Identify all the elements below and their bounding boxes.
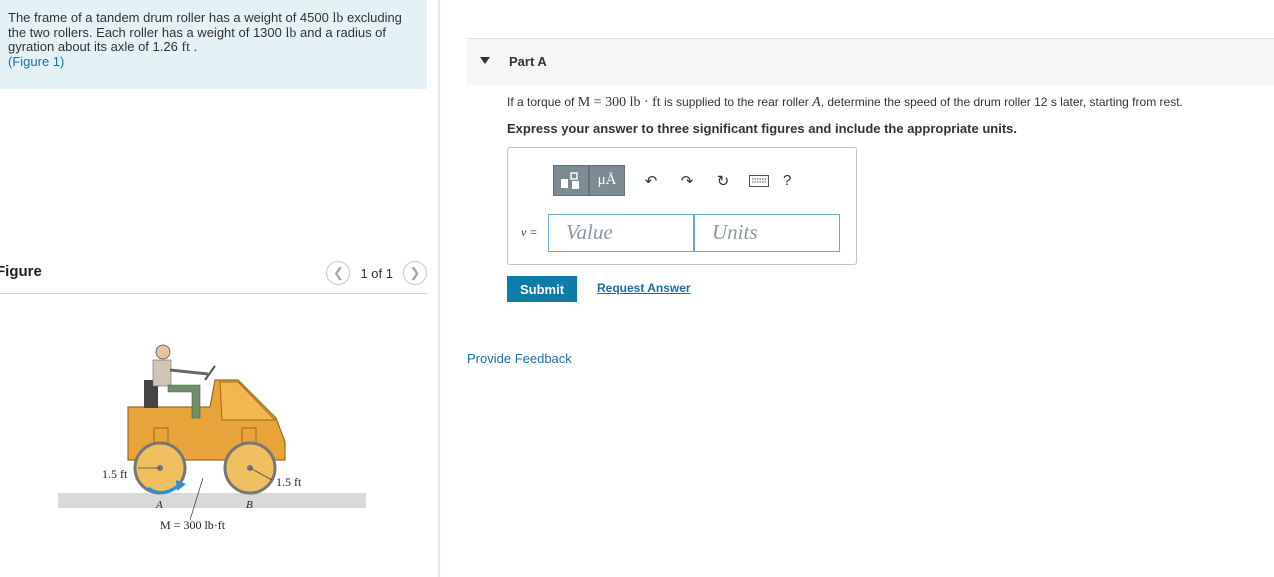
problem-text-2: excluding [346,10,402,25]
problem-text-6: . [193,39,198,54]
help-icon[interactable]: ? [783,172,791,189]
label-B: B [246,499,253,511]
templates-button[interactable] [553,165,589,196]
value-input[interactable]: Value [548,214,694,252]
figure-pager: ❮ 1 of 1 ❯ [326,261,427,285]
problem-text-4: and a radius of [300,24,387,40]
chevron-left-icon[interactable]: ❮ [326,261,351,285]
unit-lb: lb [285,25,297,41]
pager-text: 1 of 1 [360,265,393,281]
caret-down-icon[interactable] [480,57,490,64]
redo-icon[interactable]: ↷ [677,171,697,191]
question-mid: is supplied to the rear roller [664,95,809,109]
figure-link[interactable]: (Figure 1) [8,54,419,69]
units-input[interactable]: Units [694,214,840,252]
problem-text-1: The frame of a tandem drum roller has a … [8,10,329,25]
templates-icon [561,171,579,189]
provide-feedback-link[interactable]: Provide Feedback [467,351,572,366]
problem-text-5: gyration about its axle of 1.26 [8,39,178,54]
figure-header: Figure ❮ 1 of 1 ❯ [0,261,427,294]
problem-statement: The frame of a tandem drum roller has a … [0,0,427,89]
label-A: A [155,499,163,511]
question-suffix: , determine the speed of the drum roller… [820,95,1183,109]
engine-hood [219,381,277,421]
unit-ft: ft [181,40,191,55]
question-text: If a torque of M = 300 lb · ft is suppli… [507,95,1183,111]
right-panel: Part A If a torque of M = 300 lb · ft is… [440,0,1274,577]
question-math: M = 300 lb · ft [577,95,661,110]
drum-roller-figure: 1.5 ft 1.5 ft A B M = 300 lb·ft [58,344,366,532]
keyboard-icon[interactable] [749,171,769,191]
chevron-right-icon[interactable]: ❯ [403,261,427,285]
figure-title: Figure [0,263,42,280]
driver-body [152,359,172,387]
problem-text-3: the two rollers. Each roller has a weigh… [8,24,282,40]
driver-head [155,344,171,360]
part-title: Part A [509,54,547,69]
label-left-radius: 1.5 ft [102,467,128,481]
left-panel: The frame of a tandem drum roller has a … [0,0,438,577]
question-var: A [812,95,821,110]
question-prefix: If a torque of [507,95,575,109]
units-button-label: μÅ [597,172,617,188]
label-moment: M = 300 lb·ft [160,518,226,532]
undo-icon[interactable]: ↶ [641,171,661,191]
reset-icon[interactable]: ↻ [713,171,733,191]
label-right-radius: 1.5 ft [276,475,302,489]
instruction-text: Express your answer to three significant… [507,121,1017,136]
answer-box: μÅ ↶ ↷ ↻ ? v = Value Units [507,147,857,265]
request-answer-link[interactable]: Request Answer [597,281,691,295]
variable-label: v = [521,225,538,239]
driver-arm [169,368,209,376]
answer-toolbar: μÅ ↶ ↷ ↻ ? [553,165,791,196]
submit-button[interactable]: Submit [507,276,577,302]
ground [58,493,366,508]
part-header[interactable]: Part A [467,38,1274,85]
units-button[interactable]: μÅ [589,165,625,196]
